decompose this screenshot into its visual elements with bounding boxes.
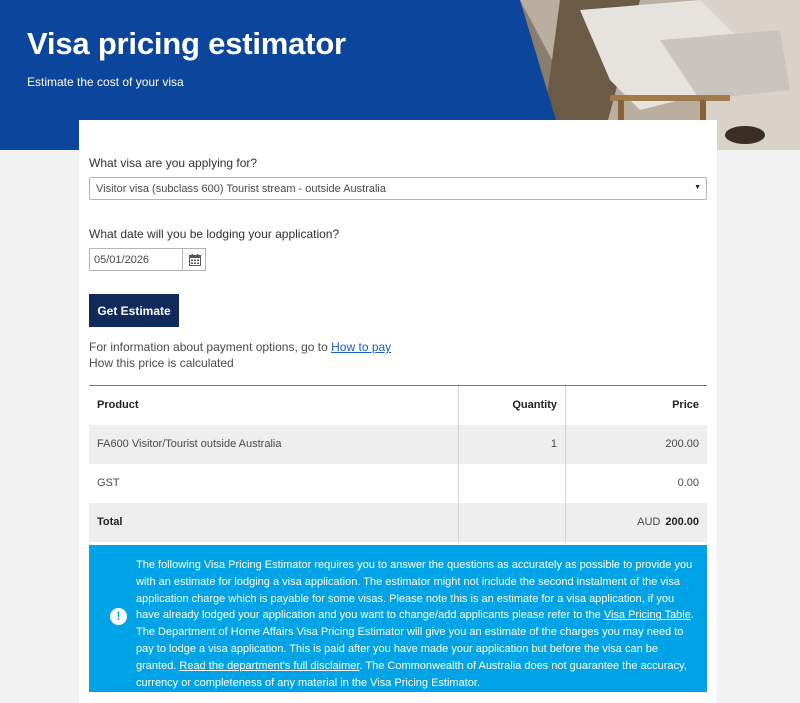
product-cell: GST — [97, 477, 120, 489]
table-row: GST 0.00 — [89, 464, 707, 503]
column-header-quantity: Quantity — [458, 386, 565, 425]
table-header-row: Product Quantity Price — [89, 386, 707, 425]
payment-info-text: For information about payment options, g… — [89, 340, 332, 354]
page-subtitle: Estimate the cost of your visa — [27, 75, 184, 89]
price-cell: 200.00 — [565, 425, 707, 464]
visa-type-selected-value: Visitor visa (subclass 600) Tourist stre… — [96, 183, 386, 195]
calendar-icon — [189, 254, 201, 266]
column-header-price: Price — [565, 386, 707, 425]
total-price-cell: AUD 200.00 — [565, 503, 707, 542]
column-header-product: Product — [97, 399, 139, 411]
table-total-row: Total AUD 200.00 — [89, 503, 707, 542]
full-disclaimer-link[interactable]: Read the department's full disclaimer — [179, 660, 359, 672]
product-cell: FA600 Visitor/Tourist outside Australia — [97, 438, 282, 450]
date-question-label: What date will you be lodging your appli… — [89, 227, 340, 241]
payment-info-line: For information about payment options, g… — [89, 340, 391, 354]
estimate-table: Product Quantity Price FA600 Visitor/Tou… — [89, 385, 707, 542]
how-to-pay-link[interactable]: How to pay — [331, 340, 391, 354]
calendar-button[interactable] — [182, 248, 206, 271]
estimator-card: What visa are you applying for? Visitor … — [79, 120, 717, 703]
quantity-cell: 1 — [458, 425, 565, 464]
chevron-down-icon: ▼ — [694, 184, 701, 191]
visa-pricing-table-link[interactable]: Visa Pricing Table — [604, 609, 691, 621]
total-amount: 200.00 — [665, 516, 699, 528]
disclaimer-text: The following Visa Pricing Estimator req… — [136, 557, 696, 691]
page-title: Visa pricing estimator — [27, 26, 346, 61]
disclaimer-notice: ! The following Visa Pricing Estimator r… — [89, 545, 707, 692]
total-label: Total — [97, 516, 123, 528]
visa-question-label: What visa are you applying for? — [89, 156, 258, 170]
price-calculation-text: How this price is calculated — [89, 356, 234, 370]
quantity-cell — [458, 464, 565, 503]
total-currency: AUD — [637, 516, 661, 528]
exclamation-icon: ! — [110, 608, 127, 625]
visa-type-select[interactable]: Visitor visa (subclass 600) Tourist stre… — [89, 177, 707, 200]
lodgement-date-input[interactable]: 05/01/2026 — [89, 248, 183, 271]
get-estimate-button[interactable]: Get Estimate — [89, 294, 179, 327]
price-cell: 0.00 — [565, 464, 707, 503]
total-quantity-cell — [458, 503, 565, 542]
table-row: FA600 Visitor/Tourist outside Australia … — [89, 425, 707, 464]
